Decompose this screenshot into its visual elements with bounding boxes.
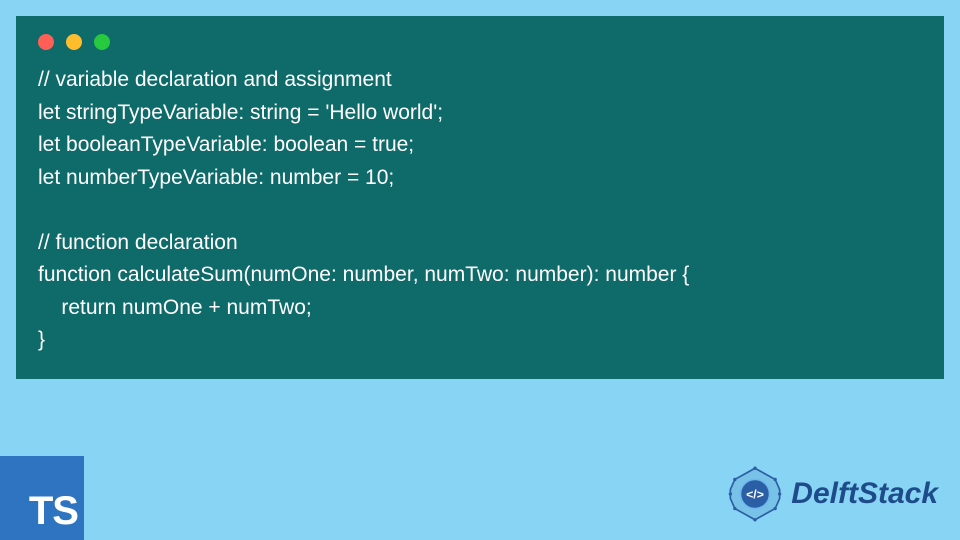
brand-logo-icon: </> — [727, 466, 783, 522]
typescript-badge: TS — [0, 456, 84, 540]
code-block: // variable declaration and assignment l… — [38, 64, 922, 357]
svg-text:</>: </> — [746, 487, 764, 501]
code-window: // variable declaration and assignment l… — [16, 16, 944, 379]
close-icon — [38, 34, 54, 50]
maximize-icon — [94, 34, 110, 50]
brand-name: DelftStack — [791, 477, 938, 511]
brand: </> DelftStack — [727, 466, 938, 522]
typescript-badge-label: TS — [29, 489, 78, 534]
window-controls — [38, 34, 922, 50]
minimize-icon — [66, 34, 82, 50]
